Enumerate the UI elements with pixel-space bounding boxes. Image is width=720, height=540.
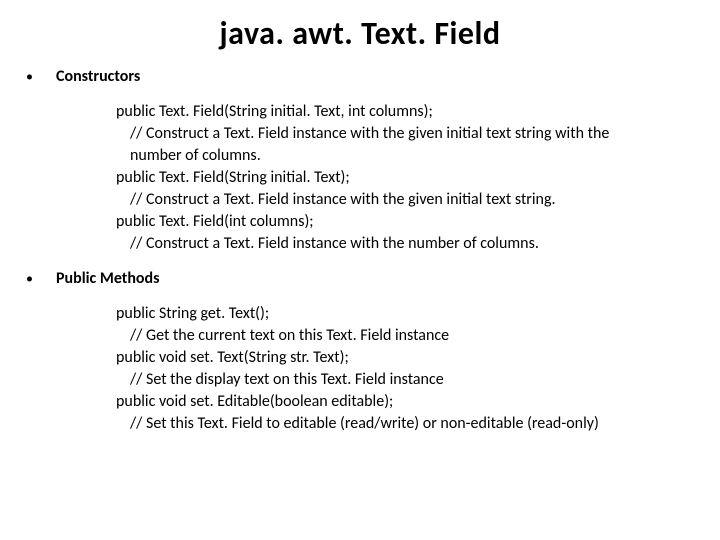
constructor-desc: // Construct a Text. Field instance with… (130, 233, 700, 255)
method-signature: public void set. Text(String str. Text); (116, 347, 700, 369)
constructor-desc: number of columns. (130, 145, 700, 167)
section-label-constructors: Constructors (56, 67, 140, 87)
method-signature: public String get. Text(); (116, 303, 700, 325)
bullet-icon: • (20, 67, 56, 87)
constructor-signature: public Text. Field(int columns); (116, 211, 700, 233)
constructor-desc: // Construct a Text. Field instance with… (130, 123, 700, 145)
methods-block: public String get. Text(); // Get the cu… (116, 303, 700, 435)
section-constructors-header: • Constructors (20, 67, 700, 87)
method-desc: // Get the current text on this Text. Fi… (130, 325, 700, 347)
slide: java. awt. Text. Field • Constructors pu… (0, 0, 720, 540)
bullet-icon: • (20, 269, 56, 289)
section-methods-header: • Public Methods (20, 269, 700, 289)
constructors-block: public Text. Field(String initial. Text,… (116, 101, 700, 255)
method-signature: public void set. Editable(boolean editab… (116, 391, 700, 413)
method-desc: // Set this Text. Field to editable (rea… (130, 413, 700, 435)
constructor-desc: // Construct a Text. Field instance with… (130, 189, 700, 211)
constructor-signature: public Text. Field(String initial. Text)… (116, 167, 700, 189)
method-desc: // Set the display text on this Text. Fi… (130, 369, 700, 391)
page-title: java. awt. Text. Field (20, 14, 700, 53)
constructor-signature: public Text. Field(String initial. Text,… (116, 101, 700, 123)
section-label-methods: Public Methods (56, 269, 160, 289)
